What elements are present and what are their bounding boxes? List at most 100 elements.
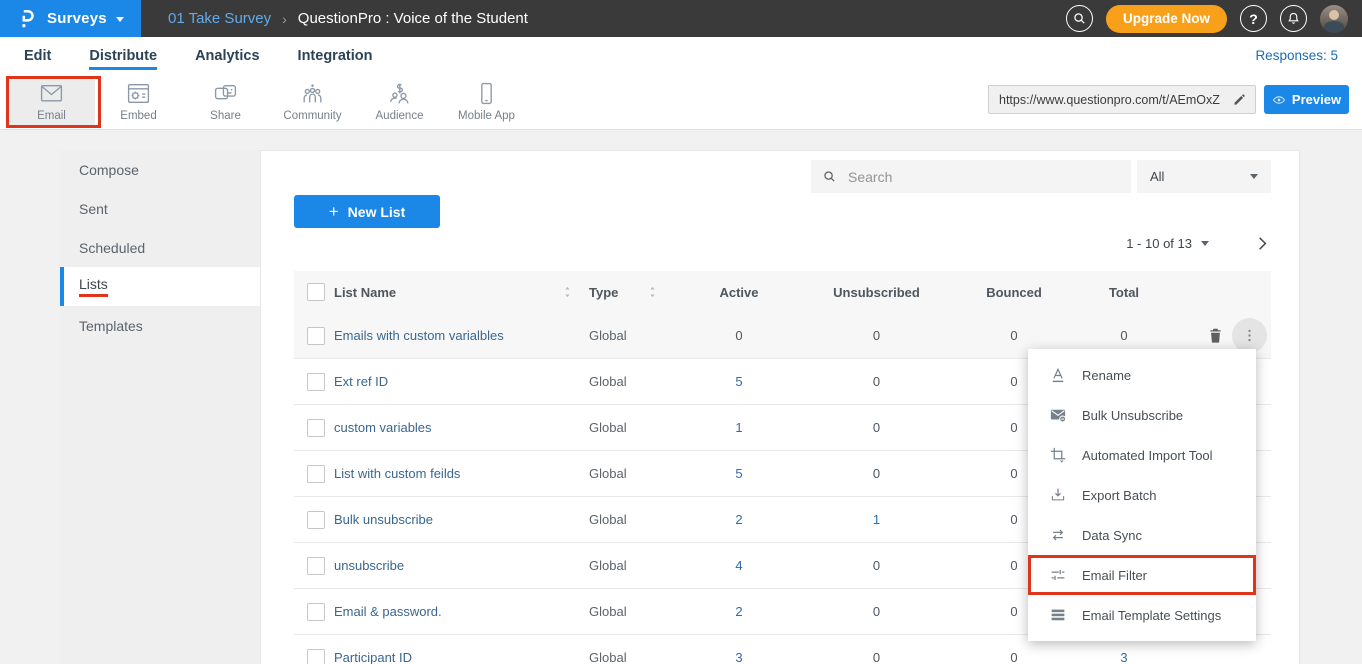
responses-count[interactable]: Responses: 5 bbox=[1255, 48, 1338, 63]
tool-embed[interactable]: Embed bbox=[95, 76, 182, 128]
menu-item-automated-import-tool[interactable]: Automated Import Tool bbox=[1028, 435, 1256, 475]
tool-community[interactable]: Community bbox=[269, 76, 356, 128]
eye-icon bbox=[1272, 93, 1286, 107]
menu-item-bulk-unsubscribe[interactable]: Bulk Unsubscribe bbox=[1028, 395, 1256, 435]
export-batch-icon bbox=[1049, 486, 1067, 504]
filter-dropdown-value: All bbox=[1150, 169, 1164, 184]
total-count[interactable]: 3 bbox=[1079, 650, 1169, 664]
tool-email[interactable]: Email bbox=[8, 76, 95, 128]
list-type: Global bbox=[589, 374, 674, 389]
sort-icon[interactable] bbox=[647, 285, 658, 299]
embed-icon bbox=[126, 81, 151, 106]
breadcrumb: 01 Take Survey › QuestionPro : Voice of … bbox=[168, 10, 528, 27]
help-button[interactable]: ? bbox=[1240, 5, 1267, 32]
dots-vertical-icon bbox=[1241, 327, 1258, 344]
unsubscribed-count: 0 bbox=[804, 650, 949, 664]
active-count[interactable]: 5 bbox=[674, 374, 804, 389]
list-name-link[interactable]: Participant ID bbox=[334, 650, 412, 664]
survey-nav: Edit Distribute Analytics Integration Respo… bbox=[0, 37, 1362, 74]
next-page-button[interactable] bbox=[1254, 235, 1271, 252]
bounced-count: 0 bbox=[949, 650, 1079, 664]
upgrade-now-button[interactable]: Upgrade Now bbox=[1106, 5, 1227, 33]
list-name-link[interactable]: Emails with custom varialbles bbox=[334, 328, 504, 343]
sidebar-item-templates[interactable]: Templates bbox=[60, 306, 260, 345]
row-checkbox[interactable] bbox=[307, 419, 325, 437]
list-type: Global bbox=[589, 512, 674, 527]
tool-share[interactable]: Share bbox=[182, 76, 269, 128]
sidebar-item-sent[interactable]: Sent bbox=[60, 189, 260, 228]
list-name-link[interactable]: custom variables bbox=[334, 420, 432, 435]
nav-tab-integration[interactable]: Integration bbox=[298, 48, 373, 64]
email-template-settings-icon bbox=[1049, 606, 1067, 624]
edit-pencil-icon[interactable] bbox=[1232, 92, 1247, 107]
row-checkbox[interactable] bbox=[307, 557, 325, 575]
nav-tabs: Edit Distribute Analytics Integration bbox=[24, 48, 410, 64]
list-type: Global bbox=[589, 650, 674, 664]
breadcrumb-survey-link[interactable]: 01 Take Survey bbox=[168, 10, 271, 27]
active-count[interactable]: 5 bbox=[674, 466, 804, 481]
row-checkbox[interactable] bbox=[307, 373, 325, 391]
list-search-input[interactable] bbox=[846, 168, 1120, 186]
new-list-button[interactable]: + New List bbox=[294, 195, 440, 228]
sidebar-item-lists[interactable]: Lists bbox=[60, 267, 260, 306]
row-checkbox[interactable] bbox=[307, 603, 325, 621]
active-count[interactable]: 1 bbox=[674, 420, 804, 435]
column-type: Type bbox=[589, 285, 618, 300]
survey-url-input[interactable] bbox=[997, 92, 1232, 108]
nav-tab-distribute[interactable]: Distribute bbox=[89, 48, 157, 64]
menu-item-export-batch[interactable]: Export Batch bbox=[1028, 475, 1256, 515]
tool-audience[interactable]: Audience bbox=[356, 76, 443, 128]
list-name-link[interactable]: Ext ref ID bbox=[334, 374, 388, 389]
pagination-range[interactable]: 1 - 10 of 13 bbox=[1126, 236, 1192, 251]
column-unsubscribed: Unsubscribed bbox=[804, 285, 949, 300]
chevron-down-icon[interactable] bbox=[1201, 241, 1209, 246]
delete-list-button[interactable] bbox=[1206, 326, 1225, 345]
top-bar: Surveys 01 Take Survey › QuestionPro : V… bbox=[0, 0, 1362, 37]
row-checkbox[interactable] bbox=[307, 327, 325, 345]
surveys-menu[interactable]: Surveys bbox=[0, 0, 141, 37]
sidebar-item-scheduled[interactable]: Scheduled bbox=[60, 228, 260, 267]
avatar[interactable] bbox=[1320, 5, 1348, 33]
top-bar-actions: Upgrade Now ? bbox=[1066, 5, 1362, 33]
search-button[interactable] bbox=[1066, 5, 1093, 32]
nav-tab-analytics[interactable]: Analytics bbox=[195, 48, 259, 64]
notifications-button[interactable] bbox=[1280, 5, 1307, 32]
sort-icon[interactable] bbox=[562, 285, 573, 299]
active-count[interactable]: 4 bbox=[674, 558, 804, 573]
menu-item-email-filter[interactable]: Email Filter bbox=[1028, 555, 1256, 595]
table-header: List Name Type Active Unsubscribed Bounc… bbox=[294, 271, 1271, 313]
row-checkbox[interactable] bbox=[307, 511, 325, 529]
menu-item-rename[interactable]: Rename bbox=[1028, 355, 1256, 395]
row-context-menu: Rename Bulk Unsubscribe Automated Import… bbox=[1028, 349, 1256, 641]
unsubscribed-count: 0 bbox=[804, 604, 949, 619]
nav-tab-edit[interactable]: Edit bbox=[24, 48, 51, 64]
list-name-link[interactable]: Email & password. bbox=[334, 604, 442, 619]
column-active: Active bbox=[674, 285, 804, 300]
tool-mobile-app[interactable]: Mobile App bbox=[443, 76, 530, 128]
active-count[interactable]: 2 bbox=[674, 512, 804, 527]
pagination: 1 - 10 of 13 bbox=[1126, 235, 1271, 252]
filter-dropdown[interactable]: All bbox=[1137, 160, 1271, 193]
row-checkbox[interactable] bbox=[307, 649, 325, 664]
list-name-link[interactable]: Bulk unsubscribe bbox=[334, 512, 433, 527]
row-menu-button[interactable] bbox=[1232, 318, 1267, 353]
column-total: Total bbox=[1079, 285, 1169, 300]
row-checkbox[interactable] bbox=[307, 465, 325, 483]
list-type: Global bbox=[589, 558, 674, 573]
unsubscribed-count: 0 bbox=[804, 374, 949, 389]
list-name-link[interactable]: unsubscribe bbox=[334, 558, 404, 573]
sidebar-item-compose[interactable]: Compose bbox=[60, 150, 260, 189]
list-name-link[interactable]: List with custom feilds bbox=[334, 466, 460, 481]
breadcrumb-separator: › bbox=[282, 11, 287, 27]
unsubscribed-count[interactable]: 1 bbox=[804, 512, 949, 527]
select-all-checkbox[interactable] bbox=[307, 283, 325, 301]
chevron-right-icon bbox=[1254, 235, 1271, 252]
menu-item-data-sync[interactable]: Data Sync bbox=[1028, 515, 1256, 555]
search-icon bbox=[822, 169, 837, 184]
active-count[interactable]: 2 bbox=[674, 604, 804, 619]
menu-item-email-template-settings[interactable]: Email Template Settings bbox=[1028, 595, 1256, 635]
preview-button[interactable]: Preview bbox=[1264, 85, 1349, 114]
list-type: Global bbox=[589, 328, 674, 343]
active-count[interactable]: 3 bbox=[674, 650, 804, 664]
list-search-box bbox=[811, 160, 1131, 193]
